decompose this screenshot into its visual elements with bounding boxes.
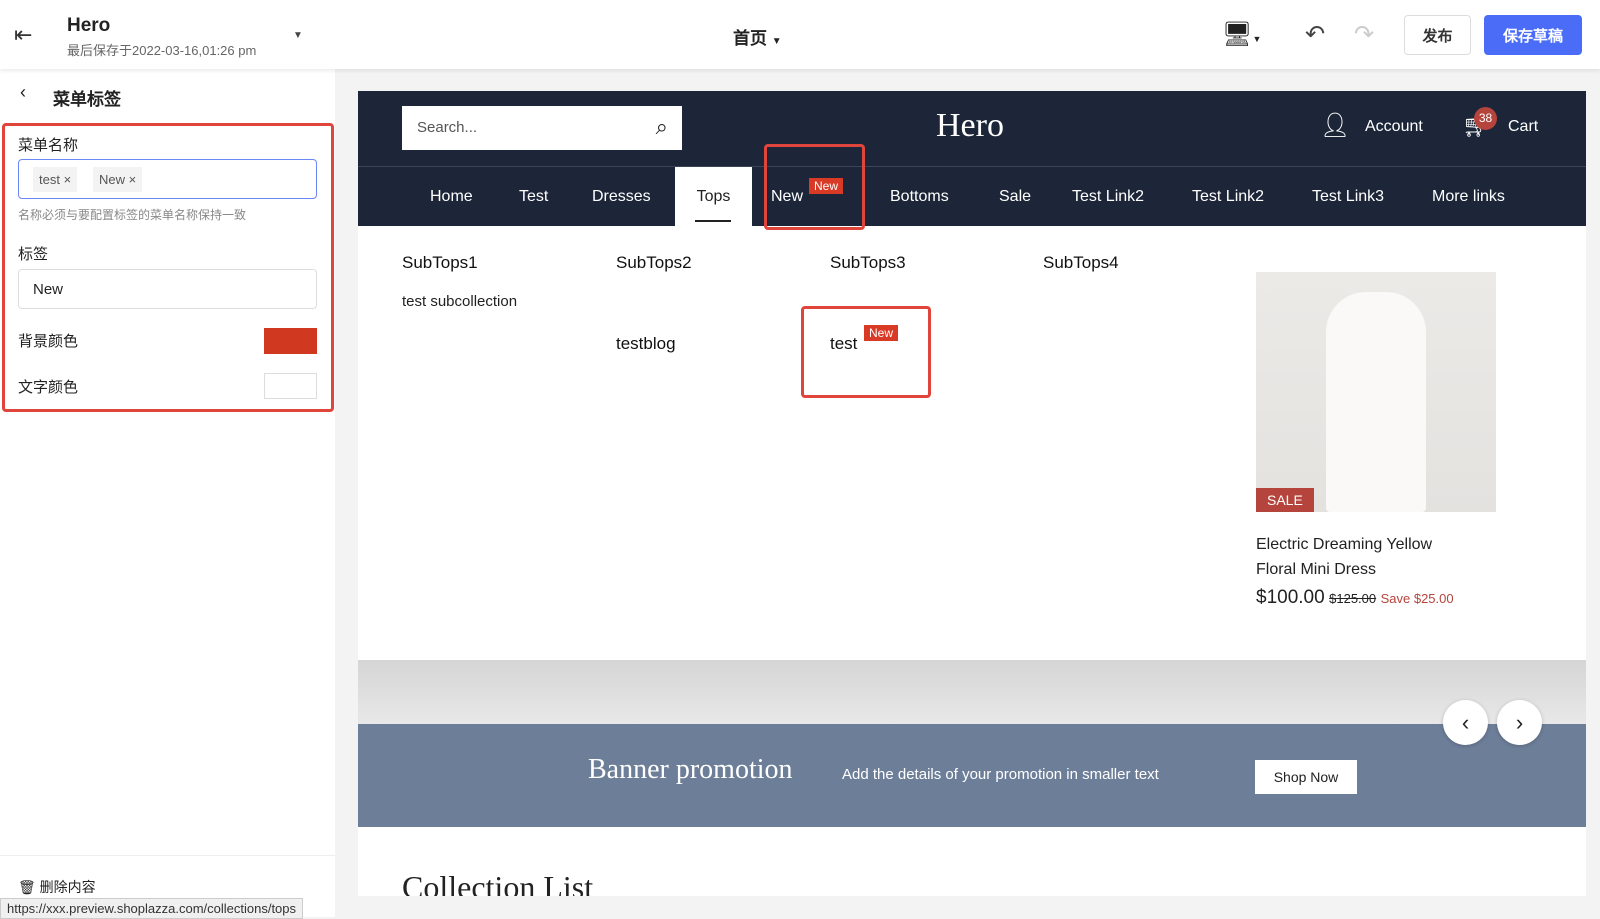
remove-icon[interactable]: × <box>129 172 137 187</box>
nav-dresses[interactable]: Dresses <box>592 167 651 226</box>
menu-col-heading[interactable]: SubTops4 <box>1043 253 1119 273</box>
cart-link[interactable]: Cart <box>1508 118 1538 136</box>
tag-label: 标签 <box>18 246 49 263</box>
banner-text: Add the details of your promotion in sma… <box>842 766 1159 783</box>
menu-col-heading[interactable]: SubTops1 <box>402 253 478 273</box>
product-name[interactable]: Electric Dreaming Yellow Floral Mini Dres… <box>1256 532 1432 582</box>
account-icon[interactable]: 👤︎ <box>1320 111 1350 140</box>
tag-input[interactable]: New <box>18 269 317 309</box>
highlight-box <box>764 144 865 230</box>
nav-tops[interactable]: Tops <box>675 167 752 227</box>
page-select[interactable]: 首页 ▼ <box>733 24 782 49</box>
account-link[interactable]: Account <box>1365 118 1423 136</box>
cart-count-badge: 38 <box>1474 107 1497 130</box>
promo-banner: Banner promotion Add the details of your… <box>358 724 1586 827</box>
tag-chip: New × <box>93 167 143 192</box>
nav-test[interactable]: Test <box>519 167 548 226</box>
active-underline <box>695 220 731 222</box>
highlight-box <box>801 306 931 398</box>
theme-dropdown-icon[interactable]: ▼ <box>293 30 303 41</box>
theme-title: Hero <box>67 15 111 36</box>
divider <box>0 855 335 856</box>
nav-sale[interactable]: Sale <box>999 167 1031 226</box>
product-image[interactable]: SALE <box>1256 272 1496 512</box>
dress-shape <box>1326 292 1426 512</box>
bg-color-label: 背景颜色 <box>18 333 79 350</box>
compare-price: $125.00 <box>1329 591 1377 606</box>
menu-col-heading[interactable]: SubTops3 <box>830 253 906 273</box>
settings-panel: ‹ 菜单标签 菜单名称 test × New × 名称必须与要配置标签的菜单名称… <box>0 69 335 917</box>
exit-icon[interactable]: ⇤ <box>14 22 32 48</box>
nav-test-link2-b[interactable]: Test Link2 <box>1192 167 1264 226</box>
product-price-row: $100.00 $125.00 Save $25.00 <box>1256 587 1454 609</box>
search-placeholder: Search... <box>417 119 478 136</box>
store-nav: Home Test Dresses Tops New New Bottoms S… <box>358 166 1586 227</box>
page-select-label: 首页 <box>733 29 767 48</box>
desktop-icon[interactable]: 🖥▼ <box>1222 20 1261 49</box>
menu-name-input[interactable]: test × New × <box>18 159 317 199</box>
delete-button[interactable]: 🗑 删除内容 <box>18 877 96 897</box>
search-icon[interactable]: ⌕ <box>656 114 668 140</box>
status-url: https://xxx.preview.shoplazza.com/collec… <box>0 898 304 919</box>
tag-chip: test × <box>33 167 78 192</box>
delete-label: 删除内容 <box>39 879 96 895</box>
nav-test-link2[interactable]: Test Link2 <box>1072 167 1144 226</box>
redo-icon[interactable]: ↷ <box>1354 20 1374 49</box>
store-logo[interactable]: Hero <box>936 107 1004 145</box>
banner-title: Banner promotion <box>588 754 793 785</box>
store-header: Search...⌕ Hero 👤︎ Account 🛒︎ 38 Cart <box>358 91 1586 166</box>
nav-home[interactable]: Home <box>430 167 473 226</box>
remove-icon[interactable]: × <box>64 172 72 187</box>
tag-chip-label: test <box>39 172 60 187</box>
bg-color-swatch[interactable] <box>264 328 317 354</box>
tag-chip-label: New <box>99 172 126 187</box>
menu-col-heading[interactable]: SubTops2 <box>616 253 692 273</box>
save-draft-button[interactable]: 保存草稿 <box>1484 15 1582 55</box>
nav-bottoms[interactable]: Bottoms <box>890 167 949 226</box>
panel-title: 菜单标签 <box>53 90 121 109</box>
collection-list-title: Collection List <box>402 869 594 896</box>
text-color-label: 文字颜色 <box>18 379 79 396</box>
sale-badge: SALE <box>1256 488 1314 512</box>
menu-link[interactable]: test subcollection <box>402 293 517 310</box>
slideshow-area <box>358 660 1586 724</box>
nav-tops-label: Tops <box>696 188 731 205</box>
undo-icon[interactable]: ↶ <box>1305 20 1325 49</box>
hint-text: 名称必须与要配置标签的菜单名称保持一致 <box>18 208 247 222</box>
publish-button[interactable]: 发布 <box>1404 15 1471 55</box>
price: $100.00 <box>1256 587 1325 608</box>
last-saved: 最后保存于2022-03-16,01:26 pm <box>67 43 257 58</box>
search-input[interactable]: Search... ⌕ <box>402 106 682 150</box>
back-icon[interactable]: ‹ <box>20 82 26 103</box>
text-color-swatch[interactable] <box>264 373 317 399</box>
product-name-line: Electric Dreaming Yellow <box>1256 536 1433 553</box>
top-bar: ⇤ Hero 最后保存于2022-03-16,01:26 pm ▼ 首页 ▼ 🖥… <box>0 0 1600 69</box>
nav-test-link3[interactable]: Test Link3 <box>1312 167 1384 226</box>
trash-icon: 🗑 <box>18 879 36 895</box>
shop-now-button[interactable]: Shop Now <box>1255 760 1357 794</box>
save-amount: Save $25.00 <box>1380 591 1454 606</box>
nav-more-links[interactable]: More links <box>1432 167 1505 226</box>
store-preview: Search...⌕ Hero 👤︎ Account 🛒︎ 38 Cart Ho… <box>358 91 1586 896</box>
menu-name-label: 菜单名称 <box>18 137 79 154</box>
product-name-line: Floral Mini Dress <box>1256 561 1377 578</box>
prev-slide-button[interactable]: ‹ <box>1443 700 1488 745</box>
chevron-down-icon: ▼ <box>771 36 782 47</box>
menu-link[interactable]: testblog <box>616 334 676 354</box>
next-slide-button[interactable]: › <box>1497 700 1542 745</box>
